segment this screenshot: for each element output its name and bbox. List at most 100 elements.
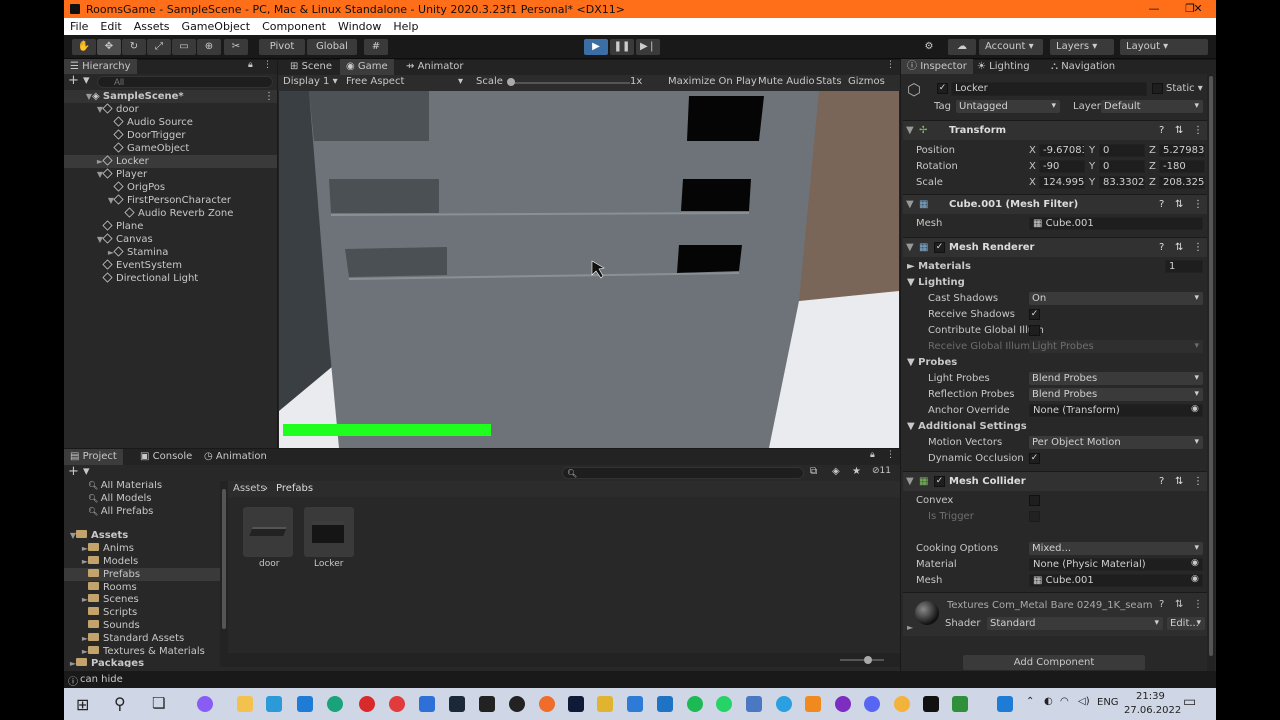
breadcrumb-assets[interactable]: Assets (233, 483, 266, 494)
help-icon[interactable]: ? (1159, 121, 1164, 141)
hierarchy-item[interactable]: GameObject (64, 142, 277, 155)
help-icon[interactable]: ? (1159, 238, 1164, 258)
spotify-icon[interactable] (687, 696, 703, 712)
more-menu-icon[interactable]: ⋮ (263, 60, 272, 70)
store-icon[interactable] (266, 696, 282, 712)
locker-prefab-thumbnail[interactable] (304, 507, 354, 557)
hierarchy-foldout-arrow[interactable]: ► (64, 246, 114, 259)
transform-scale-z-field[interactable]: 208.3257 (1159, 176, 1205, 189)
presets-icon[interactable]: ⇅ (1175, 472, 1183, 492)
folder-foldout-arrow[interactable]: ► (64, 555, 88, 568)
object-picker-icon[interactable]: ◉ (1191, 404, 1199, 414)
folder-item[interactable]: ► Anims (64, 542, 220, 555)
materials-size-field[interactable]: 1 (1165, 260, 1203, 273)
hidden-packages-count[interactable]: ⊘11 (872, 466, 891, 476)
axis-x-label[interactable]: X (1029, 161, 1036, 172)
photos-icon[interactable] (627, 696, 643, 712)
mail-icon[interactable] (657, 696, 673, 712)
menu-assets[interactable]: Assets (128, 20, 176, 33)
folder-foldout-arrow[interactable]: ► (64, 593, 88, 606)
static-dropdown[interactable]: Static ▾ (1166, 83, 1203, 94)
hierarchy-item[interactable]: ▼ ◈ SampleScene* ⋮ (64, 90, 277, 103)
maximize-on-play-toggle[interactable]: Maximize On Play (668, 76, 757, 87)
favorite-star-icon[interactable]: ★ (852, 466, 861, 477)
firefox-icon[interactable] (539, 696, 555, 712)
layers-dropdown[interactable]: Layers ▾ (1050, 39, 1114, 55)
transform-scale-x-field[interactable]: 124.9954 (1039, 176, 1085, 189)
presets-icon[interactable]: ⇅ (1175, 599, 1183, 610)
material-preview-sphere[interactable] (915, 601, 939, 625)
tab-inspector[interactable]: ⓘ Inspector (901, 59, 973, 74)
global-toggle[interactable]: Global (307, 39, 357, 55)
tab-scene[interactable]: ⊞ Scene (284, 59, 338, 75)
scale-tool-button[interactable]: ⤢ (147, 39, 171, 55)
collider-mesh-field[interactable]: ▦ Cube.001 (1029, 574, 1203, 587)
hierarchy-item[interactable]: ▼ door (64, 103, 277, 116)
tab-hierarchy[interactable]: ☰ Hierarchy (64, 59, 137, 74)
active-checkbox[interactable]: ✓ (937, 83, 948, 94)
tab-navigation[interactable]: ⛬ Navigation (1045, 59, 1121, 75)
minimize-button[interactable]: — (1136, 0, 1172, 18)
help-icon[interactable]: ? (1159, 195, 1164, 215)
tab-animation[interactable]: ◷ Animation (198, 449, 273, 465)
aspect-dropdown[interactable]: Free Aspect ▾ (346, 76, 466, 87)
lock-icon[interactable]: 🔒︎ (248, 60, 253, 70)
clock-time[interactable]: 21:39 (1136, 691, 1165, 702)
hierarchy-foldout-arrow[interactable]: ▼ (64, 168, 103, 181)
inspector-scrollbar[interactable] (1207, 74, 1215, 671)
notification-icon[interactable]: ▭ (1183, 694, 1196, 710)
hierarchy-search-input[interactable] (97, 76, 273, 88)
axis-y-label[interactable]: Y (1089, 145, 1095, 156)
help-icon[interactable]: ? (1159, 599, 1164, 610)
transform-position-z-field[interactable]: 5.279836 (1159, 144, 1205, 157)
menu-edit[interactable]: Edit (94, 20, 127, 33)
door-prefab-thumbnail[interactable] (243, 507, 293, 557)
axis-y-label[interactable]: Y (1089, 161, 1095, 172)
clock-date[interactable]: 27.06.2022 (1124, 705, 1181, 716)
mesh-collider-enabled-checkbox[interactable]: ✓ (934, 476, 945, 487)
additional-settings-foldout[interactable]: ▼ Additional Settings (907, 421, 1027, 432)
object-picker-icon[interactable]: ◉ (1191, 558, 1199, 568)
tab-game[interactable]: ◉ Game (340, 59, 394, 75)
stats-toggle[interactable]: Stats (816, 76, 842, 87)
scale-slider-handle[interactable] (507, 78, 515, 86)
cast-shadows-dropdown[interactable]: On (1029, 292, 1203, 305)
collider-material-field[interactable]: None (Physic Material) (1029, 558, 1203, 571)
notepad-icon[interactable] (952, 696, 968, 712)
mesh-filter-mesh-field[interactable]: ▦ Cube.001 (1029, 217, 1203, 230)
favorite-item[interactable]: 🔍︎ All Materials (88, 481, 162, 492)
grid-snap-button[interactable]: # (364, 39, 388, 55)
undo-history-icon[interactable]: ⚙ (918, 39, 940, 55)
light-probes-dropdown[interactable]: Blend Probes (1029, 372, 1203, 385)
gizmos-toggle[interactable]: Gizmos (848, 76, 885, 87)
axis-x-label[interactable]: X (1029, 177, 1036, 188)
favorite-item[interactable]: 🔍︎ All Prefabs (88, 505, 153, 518)
contribute-gi-checkbox[interactable] (1029, 325, 1040, 336)
scale-slider[interactable] (508, 82, 630, 84)
thumbnail-size-slider[interactable] (840, 659, 884, 661)
layout-dropdown[interactable]: Layout ▾ (1120, 39, 1208, 55)
object-picker-icon[interactable]: ◉ (1191, 574, 1199, 584)
scene-menu-icon[interactable]: ⋮ (264, 90, 274, 103)
menu-gameobject[interactable]: GameObject (176, 20, 257, 33)
epic-games-icon[interactable] (479, 696, 495, 712)
project-search-input[interactable]: 🔍︎ (562, 467, 804, 479)
play-button[interactable]: ▶ (584, 39, 608, 55)
mute-audio-toggle[interactable]: Mute Audio (758, 76, 815, 87)
transform-position-x-field[interactable]: -9.67083 (1039, 144, 1085, 157)
unity-editor-icon[interactable] (923, 696, 939, 712)
component-menu-icon[interactable]: ⋮ (1193, 599, 1203, 610)
presets-icon[interactable]: ⇅ (1175, 121, 1183, 141)
close-button[interactable]: ✕ (1180, 0, 1216, 18)
game-render[interactable] (279, 91, 899, 448)
rect-tool-button[interactable]: ▭ (172, 39, 196, 55)
vk-icon[interactable] (746, 696, 762, 712)
motion-vectors-dropdown[interactable]: Per Object Motion (1029, 436, 1203, 449)
mesh-collider-header[interactable]: ▼ ▦ ✓ Mesh Collider ? ⇅ ⋮ (903, 471, 1211, 491)
add-component-button[interactable]: Add Component (963, 655, 1145, 670)
l-app-icon[interactable] (297, 696, 313, 712)
whatsapp-icon[interactable] (716, 696, 732, 712)
hierarchy-item[interactable]: ► Locker (64, 155, 277, 168)
probes-foldout[interactable]: ▼ Probes (907, 357, 957, 368)
static-checkbox[interactable] (1152, 83, 1163, 94)
